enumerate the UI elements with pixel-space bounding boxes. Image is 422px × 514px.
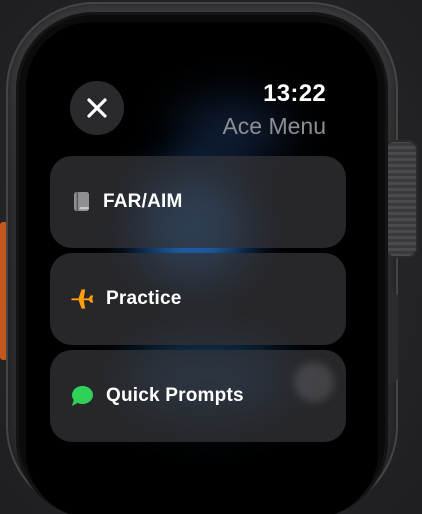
message-bubble-icon xyxy=(70,384,94,408)
xmark-icon xyxy=(87,98,107,118)
watch-frame: 13:22 Ace Menu FAR/AIM Practice Quick Pr… xyxy=(0,0,422,514)
close-button[interactable] xyxy=(70,81,124,135)
menu-item-label: Practice xyxy=(106,288,182,309)
airplane-icon xyxy=(70,287,94,311)
page-title: Ace Menu xyxy=(222,113,326,139)
scroll-indicator xyxy=(294,362,334,402)
menu-item-label: FAR/AIM xyxy=(103,191,183,212)
menu-item-practice[interactable]: Practice xyxy=(50,253,346,345)
book-icon xyxy=(70,190,94,214)
menu-item-label: Quick Prompts xyxy=(106,385,244,406)
menu-item-far-aim[interactable]: FAR/AIM xyxy=(50,156,346,248)
digital-crown[interactable] xyxy=(384,140,418,258)
clock-time: 13:22 xyxy=(263,80,326,107)
